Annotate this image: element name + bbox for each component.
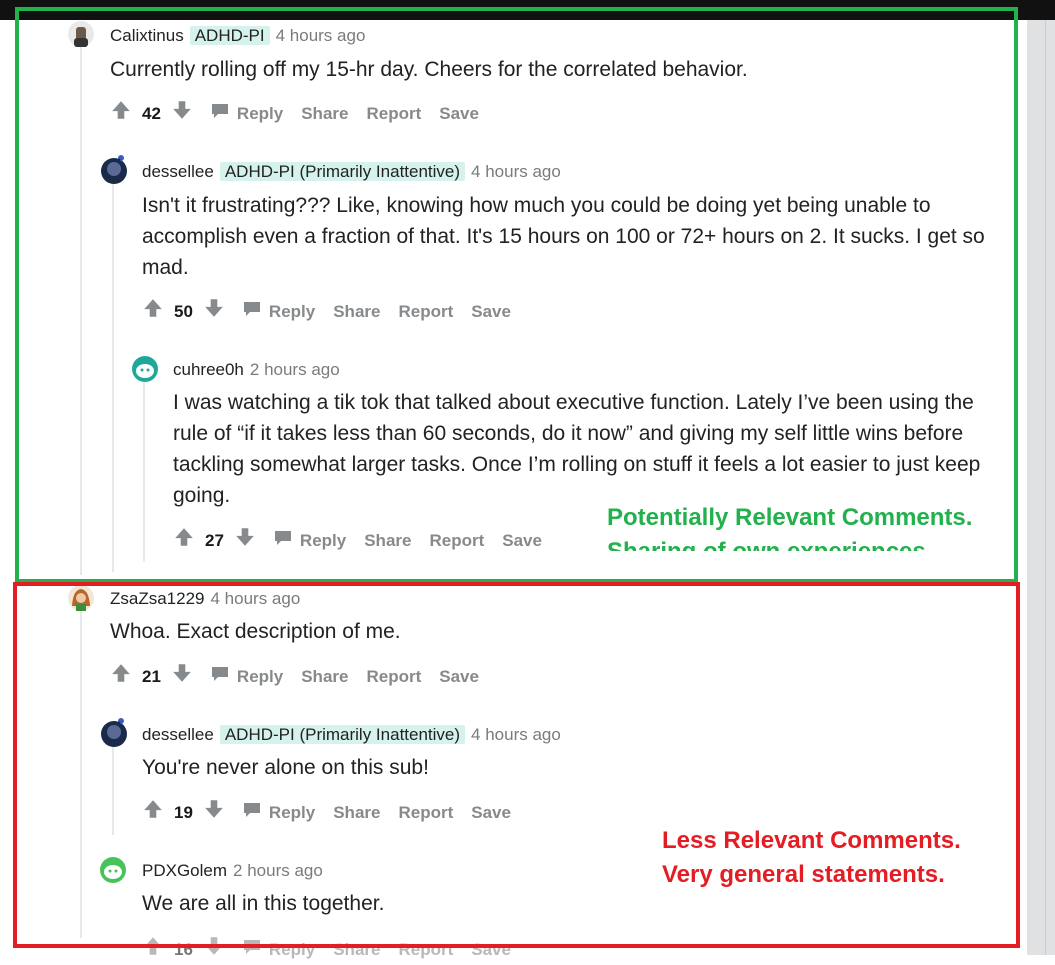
annotation-line: Less Relevant Comments. bbox=[662, 827, 961, 854]
annotation-line: Sharing of own experiences. bbox=[607, 535, 972, 551]
annotation-line: Potentially Relevant Comments. bbox=[607, 504, 973, 531]
scrollbar-track[interactable] bbox=[1027, 20, 1055, 955]
relevant-annotation: Potentially Relevant Comments. Sharing o… bbox=[607, 501, 972, 551]
annotation-line: Very general statements. bbox=[662, 861, 945, 888]
less-relevant-highlight-box bbox=[13, 582, 1020, 948]
scrollbar-edge bbox=[1045, 20, 1046, 955]
less-relevant-annotation: Less Relevant Comments. Very general sta… bbox=[662, 824, 961, 892]
relevant-highlight-box bbox=[15, 7, 1018, 583]
